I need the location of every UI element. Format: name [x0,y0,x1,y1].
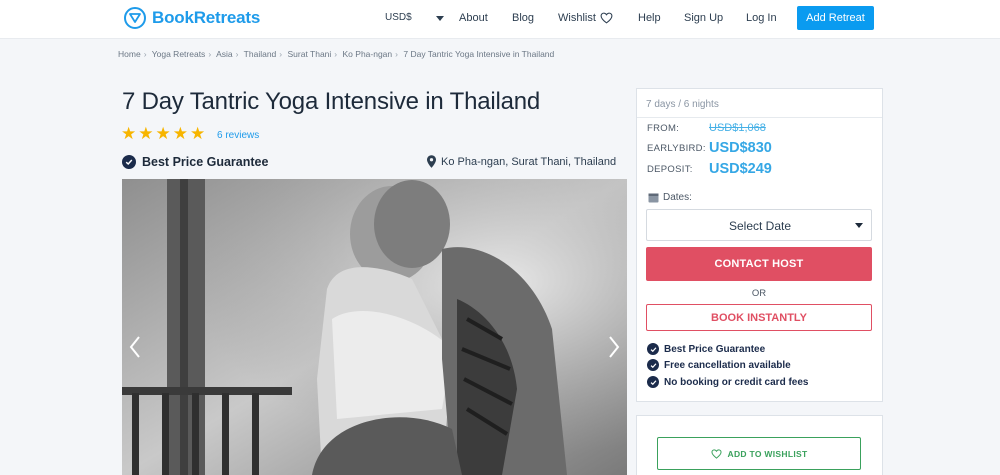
feature-text: Free cancellation available [664,359,791,371]
date-select-value: Select Date [728,219,792,233]
nav-help[interactable]: Help [638,12,661,24]
feature-text: No booking or credit card fees [664,376,809,388]
check-circle-icon [647,359,659,371]
nav-sign-up[interactable]: Sign Up [684,12,723,24]
photo-image [122,179,627,475]
or-separator: OR [751,288,767,299]
duration: 7 days / 6 nights [646,99,719,110]
star-icon: ★ [121,124,137,143]
chevron-right-icon[interactable] [608,336,620,358]
feature-item: No booking or credit card fees [647,376,808,388]
currency-selector[interactable]: USD$ [385,12,412,23]
deposit-price: USD$249 [709,161,772,177]
check-circle-icon [647,376,659,388]
add-to-wishlist-button[interactable]: ADD TO WISHLIST [657,437,861,470]
deposit-label: DEPOSIT: [647,164,693,175]
breadcrumb-item[interactable]: Surat Thani [288,49,332,59]
nav-log-in[interactable]: Log In [746,12,777,24]
feature-item: Best Price Guarantee [647,343,765,355]
map-pin-icon [427,155,436,168]
location: Ko Pha-ngan, Surat Thani, Thailand [427,155,616,168]
breadcrumb: Home › Yoga Retreats › Asia › Thailand › Sur… [118,49,555,59]
nav-blog[interactable]: Blog [512,12,534,24]
guarantee-label: Best Price Guarantee [142,155,269,169]
logo-icon [124,7,146,29]
breadcrumb-item[interactable]: Home [118,49,141,59]
add-to-wishlist-label: ADD TO WISHLIST [727,448,808,459]
earlybird-label: EARLYBIRD: [647,143,706,154]
page-title: 7 Day Tantric Yoga Intensive in Thailand [122,88,541,115]
star-icon: ★ [155,124,171,143]
heart-icon [711,448,722,459]
star-icon: ★ [190,124,206,143]
top-navbar: BookRetreats USD$ About Blog Wishlist He… [0,0,1000,39]
star-icon: ★ [138,124,154,143]
add-retreat-button[interactable]: Add Retreat [797,6,874,30]
check-circle-icon [122,155,136,169]
check-circle-icon [647,343,659,355]
breadcrumb-current[interactable]: 7 Day Tantric Yoga Intensive in Thailand [403,49,554,59]
breadcrumb-item[interactable]: Asia [216,49,233,59]
dates-label-text: Dates: [663,192,692,203]
dates-label: Dates: [648,192,692,203]
nav-wishlist-label: Wishlist [558,12,596,24]
from-label: FROM: [647,123,680,134]
nav-about[interactable]: About [459,12,488,24]
chevron-left-icon[interactable] [129,336,141,358]
location-text: Ko Pha-ngan, Surat Thani, Thailand [441,155,617,168]
retreat-photo[interactable] [122,179,627,475]
breadcrumb-item[interactable]: Thailand [244,49,277,59]
star-icon: ★ [172,124,188,143]
best-price-guarantee: Best Price Guarantee [122,155,268,169]
contact-host-button[interactable]: CONTACT HOST [646,247,872,281]
breadcrumb-item[interactable]: Yoga Retreats [152,49,206,59]
from-price: USD$1,068 [709,122,766,134]
chevron-down-icon [855,223,863,228]
reviews-link[interactable]: 6 reviews [217,130,259,141]
book-instantly-button[interactable]: BOOK INSTANTLY [646,304,872,331]
rating-stars[interactable]: ★ ★ ★ ★ ★ [121,124,207,143]
feature-text: Best Price Guarantee [664,343,766,355]
earlybird-price: USD$830 [709,140,772,156]
nav-wishlist[interactable]: Wishlist [558,12,613,24]
date-select[interactable]: Select Date [646,209,872,241]
feature-item: Free cancellation available [647,359,791,371]
brand-name: BookRetreats [152,8,261,27]
brand-logo[interactable]: BookRetreats [124,7,260,29]
heart-icon [600,12,613,24]
chevron-down-icon[interactable] [436,16,444,21]
divider [637,117,882,118]
calendar-icon [648,193,659,203]
breadcrumb-item[interactable]: Ko Pha-ngan [343,49,393,59]
